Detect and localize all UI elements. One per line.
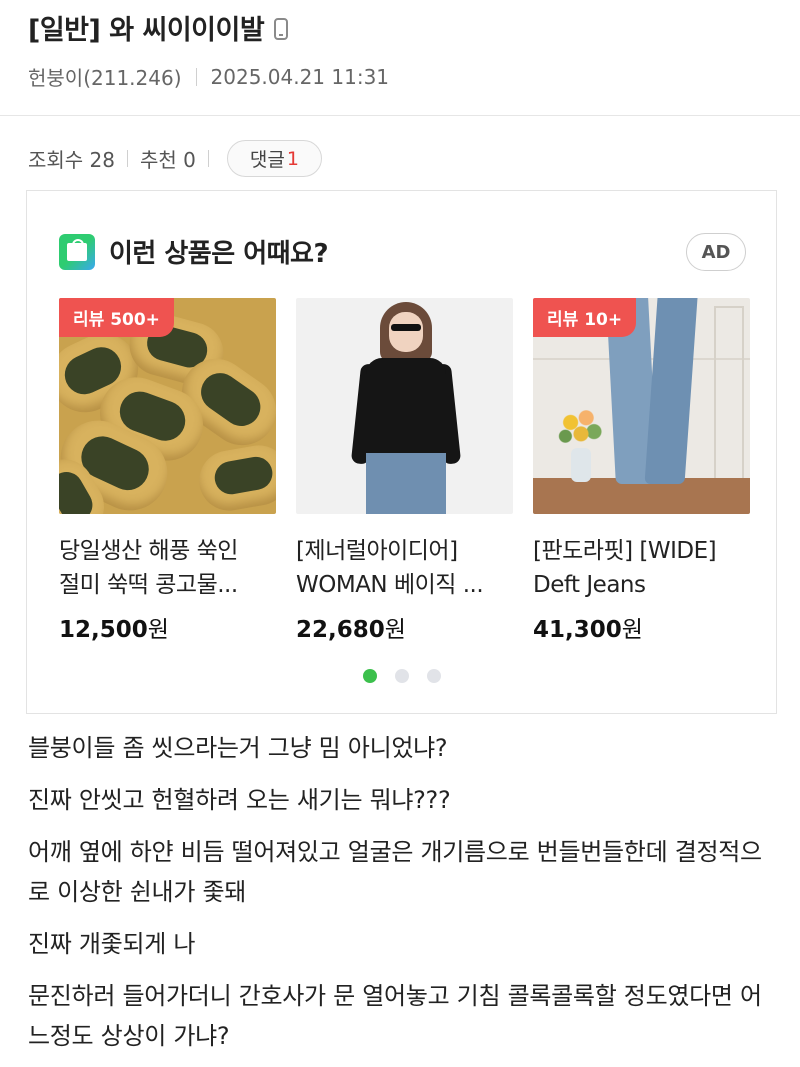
author-name[interactable]: 헌붕이(211.246) [28, 62, 182, 91]
stats-divider [207, 150, 209, 167]
body-paragraph: 문진하러 들어가더니 간호사가 문 열어놓고 기침 콜록콜록할 정도였다면 어느… [28, 982, 762, 1050]
product-recommendation-ad: 이런 상품은 어때요? AD 리뷰 500+ 당일생산 해풍 쑥인 절미 쑥떡 … [26, 190, 777, 714]
post-date: 2025.04.21 11:31 [210, 64, 390, 89]
body-paragraph: 진짜 개좇되게 나 [28, 930, 196, 958]
product-card[interactable]: 리뷰 500+ 당일생산 해풍 쑥인 절미 쑥떡 콩고물... 12,500원 [59, 298, 276, 644]
product-name[interactable]: [판도라핏] [WIDE] Deft Jeans [533, 534, 750, 602]
price-value: 12,500 [59, 617, 148, 643]
price-currency: 원 [147, 617, 169, 643]
header-divider [0, 115, 800, 116]
post-header: [일반] 와 씨이이이발 [28, 8, 289, 47]
carousel-pagination [27, 669, 776, 683]
product-name-line: [판도라핏] [WIDE] [533, 538, 717, 564]
price-currency: 원 [621, 617, 643, 643]
product-name-line: WOMAN 베이직 ... [296, 572, 484, 598]
ad-heading: 이런 상품은 어때요? [109, 239, 329, 269]
price-currency: 원 [384, 617, 406, 643]
post-page: [일반] 와 씨이이이발 헌붕이(211.246) 2025.04.21 11:… [0, 0, 800, 1067]
product-carousel: 리뷰 500+ 당일생산 해풍 쑥인 절미 쑥떡 콩고물... 12,500원 [59, 298, 750, 644]
post-title: [일반] 와 씨이이이발 [28, 15, 265, 46]
ad-badge[interactable]: AD [686, 233, 746, 271]
post-body: 블붕이들 좀 씻으라는거 그냥 밈 아니었냐? 진짜 안씻고 헌혈하려 오는 새… [28, 728, 778, 1067]
post-meta: 헌붕이(211.246) 2025.04.21 11:31 [28, 62, 389, 91]
recommend-count: 추천 0 [140, 148, 196, 172]
product-price: 12,500원 [59, 610, 276, 644]
product-name[interactable]: [제너럴아이디어] WOMAN 베이직 ... [296, 534, 513, 602]
meta-divider [195, 67, 197, 86]
product-name-line: Deft Jeans [533, 572, 646, 598]
product-image[interactable]: 리뷰 500+ [59, 298, 276, 514]
carousel-dot[interactable] [426, 669, 441, 683]
comments-count: 1 [286, 147, 299, 170]
review-badge: 리뷰 500+ [59, 298, 174, 337]
comments-label: 댓글 [249, 149, 285, 171]
review-badge: 리뷰 10+ [533, 298, 637, 337]
product-image[interactable]: 리뷰 10+ [533, 298, 750, 514]
product-image[interactable] [296, 298, 513, 514]
carousel-dot[interactable] [362, 669, 377, 683]
comments-button[interactable]: 댓글 1 [226, 140, 322, 177]
product-price: 41,300원 [533, 610, 750, 644]
shopping-bag-icon [59, 233, 95, 270]
stats-divider [127, 150, 129, 167]
product-card[interactable]: [제너럴아이디어] WOMAN 베이직 ... 22,680원 [296, 298, 513, 644]
view-count: 조회수 28 [28, 148, 116, 172]
product-name-line: [제너럴아이디어] [296, 538, 458, 564]
product-name[interactable]: 당일생산 해풍 쑥인 절미 쑥떡 콩고물... [59, 534, 276, 602]
body-paragraph: 블붕이들 좀 씻으라는거 그냥 밈 아니었냐? [28, 734, 448, 762]
price-value: 22,680 [296, 617, 385, 643]
post-stats: 조회수 28 추천 0 댓글 1 [28, 140, 322, 177]
mobile-icon [274, 18, 289, 40]
product-card[interactable]: 리뷰 10+ [판도라핏] [WIDE] Deft Jeans 41,300원 [533, 298, 750, 644]
body-paragraph: 어깨 옆에 하얀 비듬 떨어져있고 얼굴은 개기름으로 번들번들한데 결정적으로… [28, 838, 762, 906]
product-price: 22,680원 [296, 610, 513, 644]
carousel-dot[interactable] [394, 669, 409, 683]
product-name-line: 절미 쑥떡 콩고물... [59, 572, 238, 598]
body-paragraph: 진짜 안씻고 헌혈하려 오는 새기는 뭐냐??? [28, 786, 451, 814]
price-value: 41,300 [533, 617, 622, 643]
product-name-line: 당일생산 해풍 쑥인 [59, 538, 238, 564]
ad-header: 이런 상품은 어때요? [59, 233, 329, 270]
